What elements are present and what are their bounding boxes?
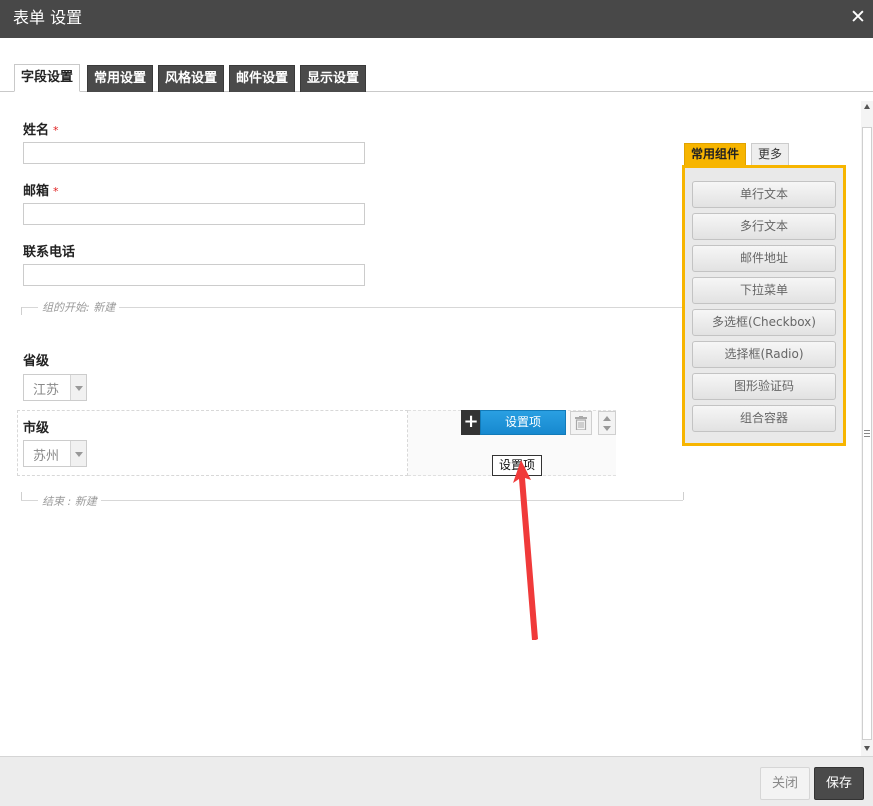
email-label-text: 邮箱 <box>23 184 50 199</box>
city-select-value: 苏州 <box>33 449 60 464</box>
required-mark: * <box>53 124 59 137</box>
trash-icon <box>575 416 587 430</box>
name-label: 姓名 * <box>23 119 59 138</box>
widget-captcha[interactable]: 图形验证码 <box>692 373 836 400</box>
chevron-down-icon <box>70 441 86 466</box>
tab-field-settings[interactable]: 字段设置 <box>14 64 81 92</box>
widget-checkbox[interactable]: 多选框(Checkbox) <box>692 309 836 336</box>
dialog-title: 表单 设置 <box>13 8 83 27</box>
required-mark: * <box>53 185 59 198</box>
arrow-down-icon <box>603 426 611 431</box>
group-start-line <box>21 307 683 308</box>
widget-tab-common[interactable]: 常用组件 <box>684 143 747 166</box>
chevron-down-icon <box>70 375 86 400</box>
arrow-up-icon <box>603 416 611 421</box>
field-settings-button[interactable]: 设置项 <box>480 410 566 435</box>
annotation-arrow-shape <box>513 460 538 640</box>
city-select[interactable]: 苏州 <box>23 440 87 467</box>
settings-tabs: 字段设置 常用设置 风格设置 邮件设置 显示设置 <box>0 38 873 92</box>
delete-field-button[interactable] <box>570 411 592 435</box>
save-button[interactable]: 保存 <box>814 767 864 800</box>
province-select[interactable]: 江苏 <box>23 374 87 401</box>
phone-label: 联系电话 <box>23 245 76 260</box>
tab-style-settings[interactable]: 风格设置 <box>158 65 225 92</box>
email-label: 邮箱 * <box>23 180 59 199</box>
widget-tab-more[interactable]: 更多 <box>751 143 790 166</box>
scroll-up-icon[interactable] <box>864 104 870 109</box>
settings-tooltip: 设置项 <box>492 455 542 476</box>
province-select-value: 江苏 <box>33 383 60 398</box>
name-label-text: 姓名 <box>23 123 50 138</box>
phone-input[interactable] <box>23 264 365 286</box>
move-field-button[interactable] <box>598 411 616 435</box>
tab-mail-settings[interactable]: 邮件设置 <box>229 65 296 92</box>
close-button[interactable]: 关闭 <box>760 767 810 800</box>
group-end-tick-right <box>683 492 684 500</box>
tab-common-settings[interactable]: 常用设置 <box>87 65 154 92</box>
widget-multi-line-text[interactable]: 多行文本 <box>692 213 836 240</box>
group-start-tick <box>21 307 22 315</box>
city-label: 市级 <box>23 421 50 436</box>
grip-icon <box>864 430 870 437</box>
group-end-label: 结束 : 新建 <box>38 493 101 509</box>
tab-display-settings[interactable]: 显示设置 <box>300 65 367 92</box>
scrollbar[interactable] <box>861 101 873 756</box>
scroll-down-icon[interactable] <box>864 746 870 751</box>
province-label: 省级 <box>23 354 50 369</box>
widget-email-address[interactable]: 邮件地址 <box>692 245 836 272</box>
close-icon[interactable]: ✕ <box>847 5 869 29</box>
email-input[interactable] <box>23 203 365 225</box>
group-end-line <box>21 500 683 501</box>
widget-dropdown-menu[interactable]: 下拉菜单 <box>692 277 836 304</box>
name-input[interactable] <box>23 142 365 164</box>
widget-panel: 单行文本 多行文本 邮件地址 下拉菜单 多选框(Checkbox) 选择框(Ra… <box>682 165 846 446</box>
dialog-footer: 关闭 保存 <box>0 756 873 806</box>
widget-single-line-text[interactable]: 单行文本 <box>692 181 836 208</box>
add-field-button[interactable]: + <box>461 410 481 435</box>
widget-radio[interactable]: 选择框(Radio) <box>692 341 836 368</box>
widget-container[interactable]: 组合容器 <box>692 405 836 432</box>
group-end-tick <box>21 492 22 500</box>
group-start-label: 组的开始: 新建 <box>38 299 120 315</box>
dialog-titlebar: 表单 设置 ✕ <box>0 0 873 38</box>
